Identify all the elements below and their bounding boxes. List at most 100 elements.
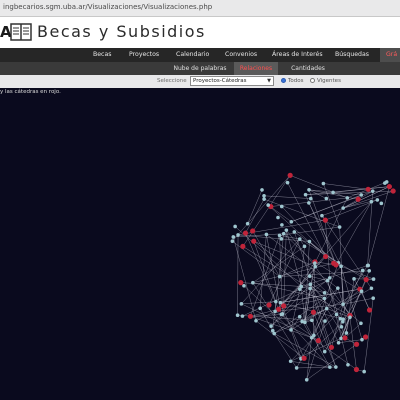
graph-node-proyecto[interactable] xyxy=(341,206,345,210)
graph-node-proyecto[interactable] xyxy=(362,369,366,374)
graph-node-proyecto[interactable] xyxy=(337,225,342,229)
graph-node-proyecto[interactable] xyxy=(231,235,236,239)
graph-node-proyecto[interactable] xyxy=(264,232,269,237)
graph-node-proyecto[interactable] xyxy=(336,286,340,290)
graph-node-proyecto[interactable] xyxy=(307,201,311,205)
graph-node-proyecto[interactable] xyxy=(300,319,304,324)
graph-node-catedra[interactable] xyxy=(355,196,361,202)
graph-node-catedra[interactable] xyxy=(287,172,293,178)
relations-graph[interactable] xyxy=(0,88,400,400)
graph-node-catedra[interactable] xyxy=(238,280,244,286)
graph-node-catedra[interactable] xyxy=(266,302,272,308)
graph-node-proyecto[interactable] xyxy=(307,188,311,192)
graph-node-catedra[interactable] xyxy=(386,183,392,190)
address-bar[interactable]: ingbecarios.sgm.uba.ar/Visualizaciones/V… xyxy=(0,0,400,17)
graph-node-proyecto[interactable] xyxy=(280,223,284,227)
graph-node-proyecto[interactable] xyxy=(312,333,316,338)
graph-node-catedra[interactable] xyxy=(366,307,373,313)
graph-node-proyecto[interactable] xyxy=(341,302,345,307)
nav-graficos[interactable]: Grá xyxy=(380,48,400,62)
graph-node-proyecto[interactable] xyxy=(278,300,283,305)
graph-node-proyecto[interactable] xyxy=(375,198,380,202)
graph-node-proyecto[interactable] xyxy=(324,196,329,201)
graph-node-proyecto[interactable] xyxy=(288,359,293,364)
graph-node-catedra[interactable] xyxy=(251,238,257,244)
graph-node-catedra[interactable] xyxy=(353,366,360,373)
graph-node-proyecto[interactable] xyxy=(352,277,356,281)
graph-node-catedra[interactable] xyxy=(322,217,328,223)
tab-cantidades[interactable]: Cantidades xyxy=(284,62,332,75)
graph-node-proyecto[interactable] xyxy=(284,228,289,232)
graph-node-proyecto[interactable] xyxy=(339,264,343,269)
graph-node-proyecto[interactable] xyxy=(324,306,329,311)
graph-node-proyecto[interactable] xyxy=(279,237,284,241)
graph-node-proyecto[interactable] xyxy=(304,377,309,382)
graph-node-proyecto[interactable] xyxy=(266,203,270,207)
graph-node-proyecto[interactable] xyxy=(308,286,312,291)
graph-node-proyecto[interactable] xyxy=(325,278,330,283)
graph-node-proyecto[interactable] xyxy=(322,291,327,295)
nav-busquedas[interactable]: Búsquedas xyxy=(335,48,369,62)
graph-node-proyecto[interactable] xyxy=(230,239,235,244)
graph-node-proyecto[interactable] xyxy=(245,221,250,226)
graph-node-proyecto[interactable] xyxy=(313,264,318,269)
graph-node-proyecto[interactable] xyxy=(289,219,294,224)
graph-node-proyecto[interactable] xyxy=(369,286,374,291)
graph-node-proyecto[interactable] xyxy=(272,331,277,336)
graph-node-catedra[interactable] xyxy=(240,243,246,249)
graph-node-proyecto[interactable] xyxy=(254,319,258,323)
graph-node-proyecto[interactable] xyxy=(242,283,246,288)
graph-node-catedra[interactable] xyxy=(363,334,369,340)
graph-node-proyecto[interactable] xyxy=(336,340,341,345)
graph-node-proyecto[interactable] xyxy=(331,190,335,195)
graph-node-proyecto[interactable] xyxy=(339,325,344,329)
graph-node-proyecto[interactable] xyxy=(308,282,313,287)
graph-node-proyecto[interactable] xyxy=(313,261,317,265)
graph-node-catedra[interactable] xyxy=(242,230,249,236)
graph-node-proyecto[interactable] xyxy=(281,231,286,236)
graph-node-proyecto[interactable] xyxy=(322,296,327,301)
nav-areas-de-interes[interactable]: Áreas de Interés xyxy=(272,48,323,62)
graph-node-proyecto[interactable] xyxy=(276,215,280,220)
graph-node-proyecto[interactable] xyxy=(260,188,264,192)
graph-node-catedra[interactable] xyxy=(390,188,396,194)
graph-node-proyecto[interactable] xyxy=(334,365,338,369)
graph-node-proyecto[interactable] xyxy=(277,274,282,279)
graph-node-proyecto[interactable] xyxy=(359,321,363,326)
graph-node-proyecto[interactable] xyxy=(346,362,350,367)
graph-node-catedra[interactable] xyxy=(328,344,335,350)
graph-node-proyecto[interactable] xyxy=(285,180,290,185)
graph-node-catedra[interactable] xyxy=(342,335,348,341)
graph-node-proyecto[interactable] xyxy=(365,263,370,268)
graph-node-proyecto[interactable] xyxy=(277,233,282,238)
graph-node-proyecto[interactable] xyxy=(289,328,293,332)
nav-calendario[interactable]: Calendario xyxy=(176,48,209,62)
graph-node-catedra[interactable] xyxy=(353,341,360,347)
graph-node-proyecto[interactable] xyxy=(370,189,375,193)
graph-node-catedra[interactable] xyxy=(333,262,339,268)
graph-node-proyecto[interactable] xyxy=(307,239,312,244)
graph-node-proyecto[interactable] xyxy=(297,314,302,319)
graph-node-proyecto[interactable] xyxy=(273,309,277,314)
graph-node-proyecto[interactable] xyxy=(303,192,308,197)
nav-becas[interactable]: Becas xyxy=(93,48,111,62)
graph-node-proyecto[interactable] xyxy=(239,302,244,306)
graph-node-proyecto[interactable] xyxy=(328,365,332,369)
graph-node-proyecto[interactable] xyxy=(307,274,312,278)
graph-node-proyecto[interactable] xyxy=(334,312,339,317)
graph-node-proyecto[interactable] xyxy=(294,366,299,370)
graph-node-proyecto[interactable] xyxy=(297,287,302,291)
graph-node-proyecto[interactable] xyxy=(233,224,237,229)
graph-node-catedra[interactable] xyxy=(365,186,371,192)
radio-vigentes[interactable] xyxy=(310,78,315,83)
graph-node-catedra[interactable] xyxy=(310,309,317,315)
graph-node-proyecto[interactable] xyxy=(371,277,376,281)
nav-convenios[interactable]: Convenios xyxy=(225,48,257,62)
graph-node-catedra[interactable] xyxy=(323,253,329,260)
radio-todos[interactable] xyxy=(281,78,286,83)
graph-node-proyecto[interactable] xyxy=(236,233,240,237)
graph-node-catedra[interactable] xyxy=(281,303,287,309)
graph-node-proyecto[interactable] xyxy=(262,194,266,198)
graph-node-proyecto[interactable] xyxy=(322,349,327,354)
graph-node-catedra[interactable] xyxy=(363,277,369,283)
